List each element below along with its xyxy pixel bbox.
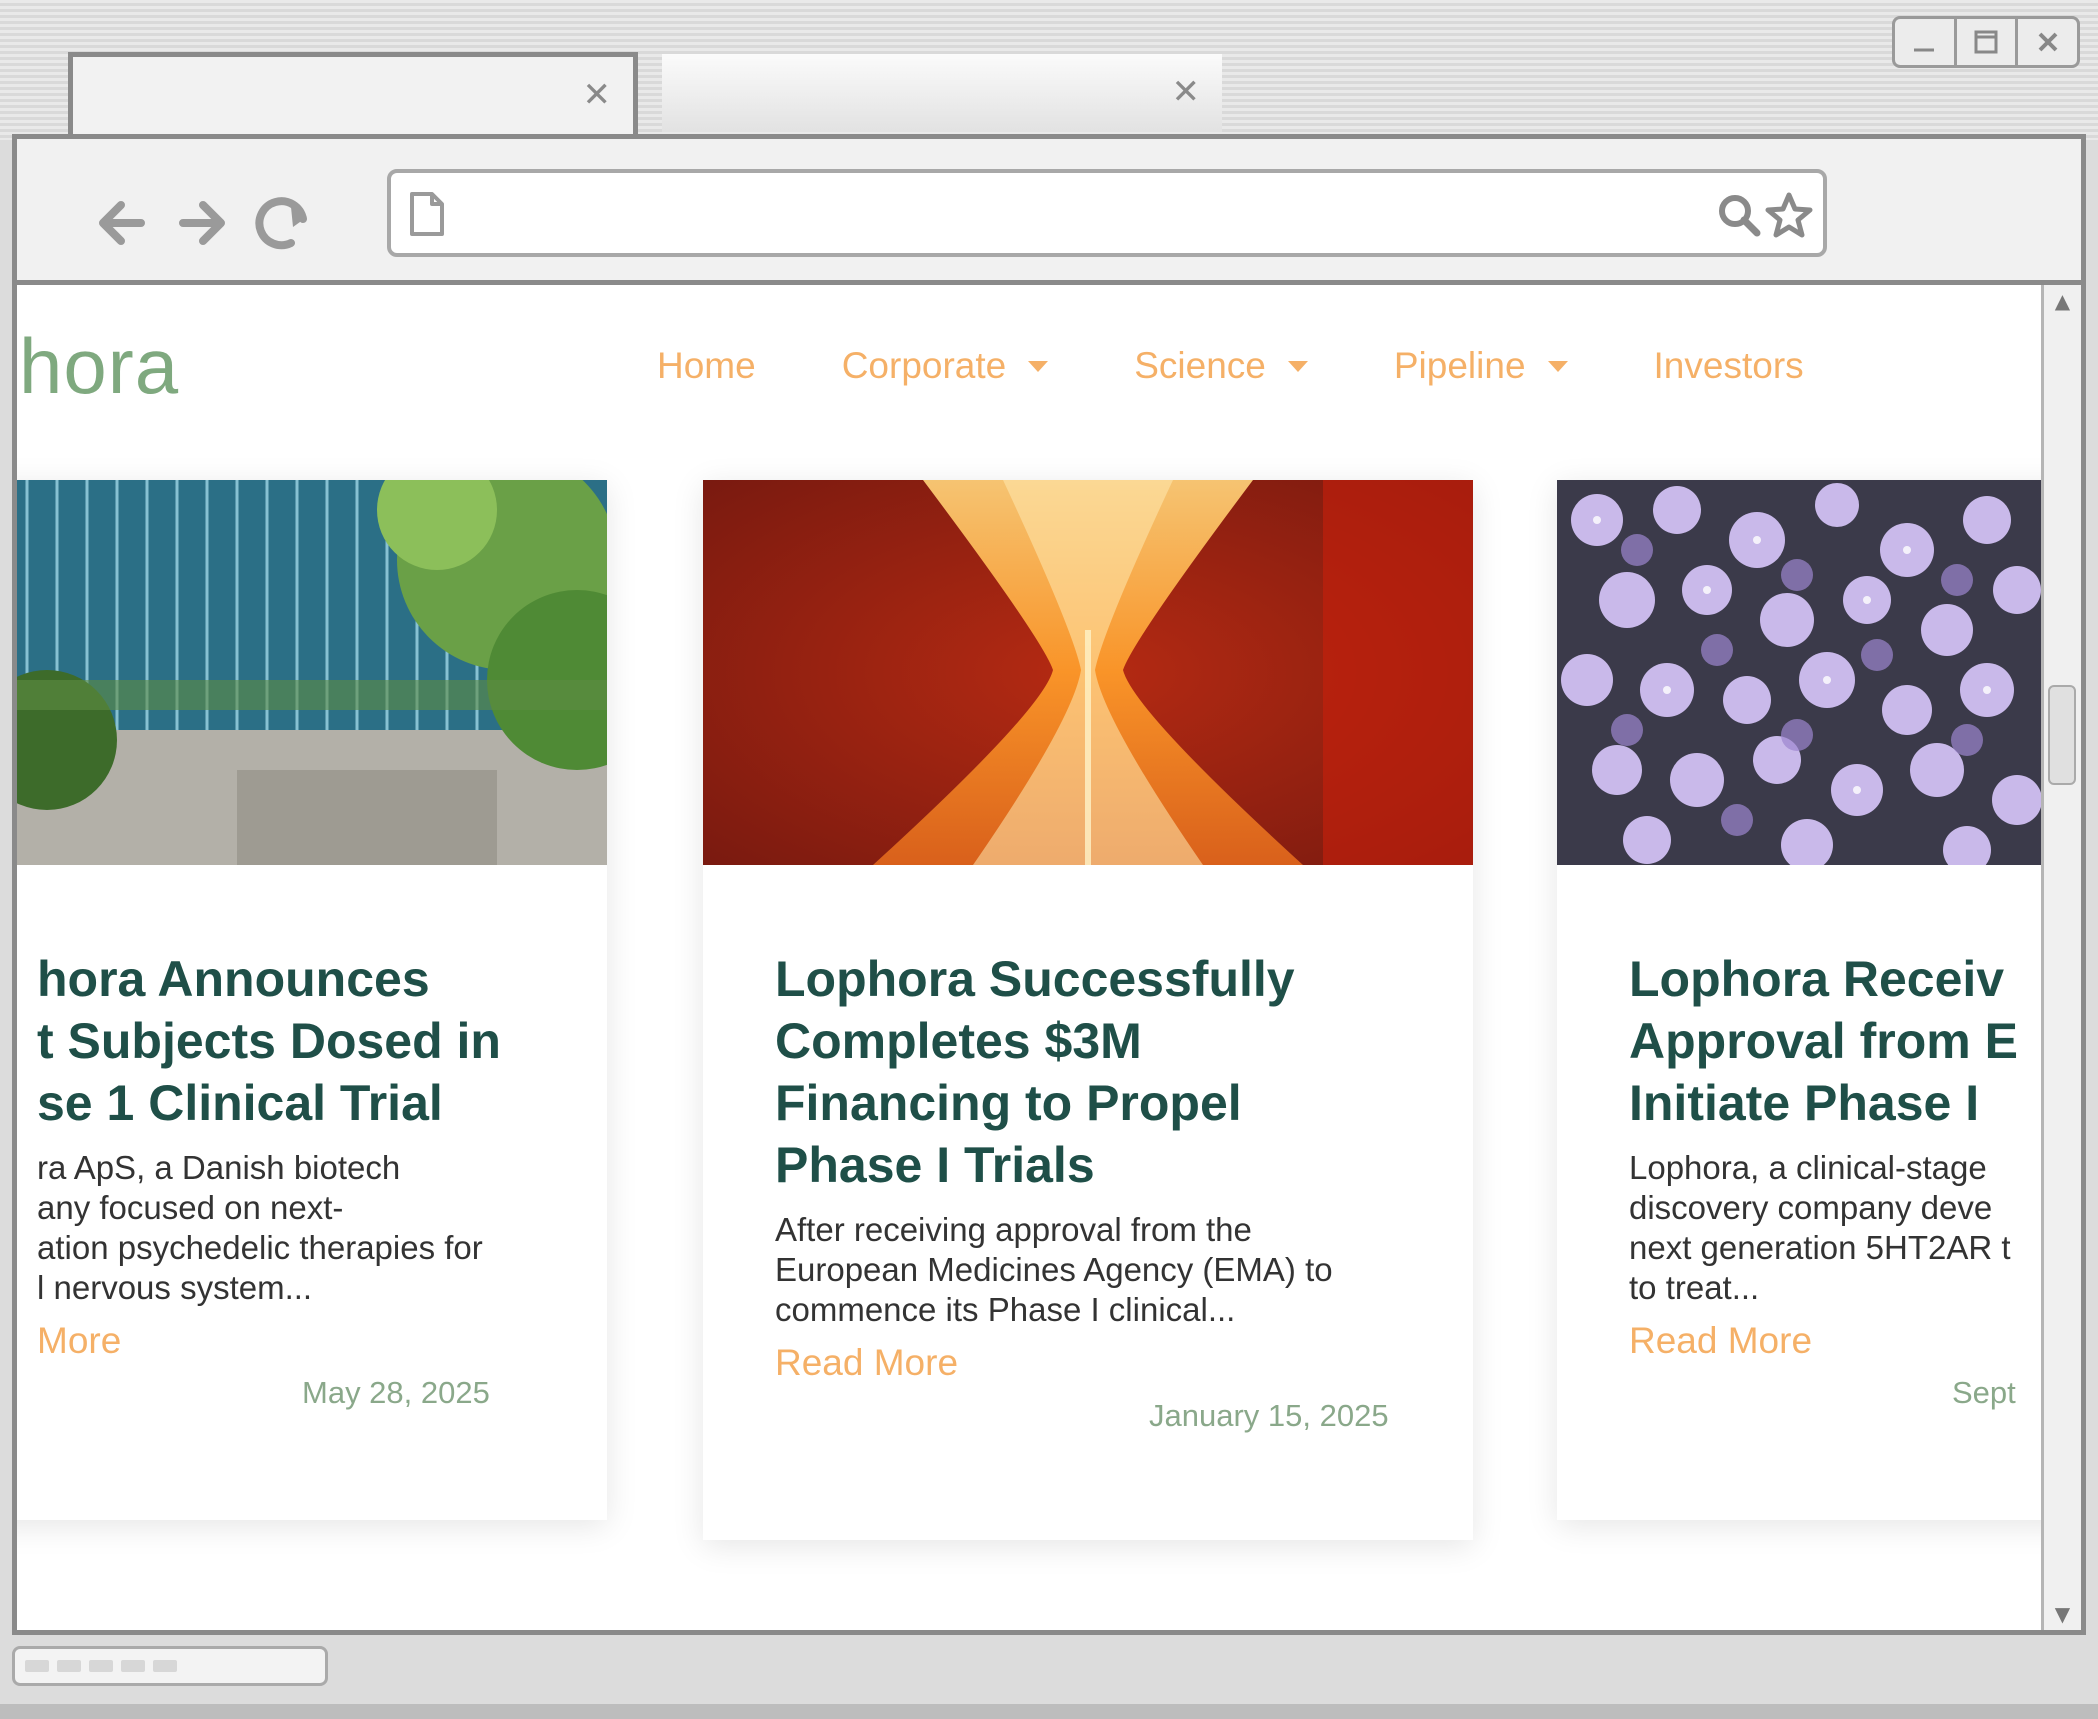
back-arrow-icon[interactable] xyxy=(91,191,155,255)
card-excerpt: After receiving approval from the Europe… xyxy=(775,1211,1333,1328)
hourglass-image xyxy=(703,480,1473,865)
window-controls xyxy=(1892,16,2080,68)
reload-icon[interactable] xyxy=(251,191,315,255)
card-image-flowers[interactable] xyxy=(1557,480,2046,865)
nav-item-label: Pipeline xyxy=(1393,345,1526,386)
vertical-scrollbar[interactable]: ▲ ▼ xyxy=(2041,285,2081,1630)
scroll-up-arrow-icon[interactable]: ▲ xyxy=(2044,289,2081,313)
card-date: January 15, 2025 xyxy=(1149,1398,1389,1433)
news-card: Lophora Successfully Completes $3M Finan… xyxy=(703,480,1473,1540)
status-indicator xyxy=(121,1660,145,1672)
chevron-down-icon xyxy=(1028,360,1049,372)
status-indicator xyxy=(89,1660,113,1672)
search-icon[interactable] xyxy=(1717,193,1761,237)
nav-item-corporate[interactable]: Corporate xyxy=(842,345,1049,387)
card-image-building[interactable] xyxy=(17,480,607,865)
main-navigation: Home Corporate Science Pipeline Investor… xyxy=(657,345,1890,387)
close-icon xyxy=(2038,32,2058,52)
card-title[interactable]: Lophora Receiv Approval from E Initiate … xyxy=(1629,948,2018,1134)
minimize-icon xyxy=(1914,48,1935,52)
nav-item-science[interactable]: Science xyxy=(1134,345,1308,387)
status-indicator xyxy=(153,1660,177,1672)
nav-item-label: Investors xyxy=(1653,345,1804,386)
scroll-down-arrow-icon[interactable]: ▼ xyxy=(2044,1602,2081,1626)
building-image xyxy=(17,480,607,865)
card-title[interactable]: hora Announces t Subjects Dosed in se 1 … xyxy=(37,948,501,1134)
minimize-button[interactable] xyxy=(1895,19,1957,65)
chevron-down-icon xyxy=(1287,360,1308,372)
browser-toolbar xyxy=(12,134,2086,282)
card-date: May 28, 2025 xyxy=(302,1375,490,1410)
window-bottom-edge xyxy=(0,1704,2098,1719)
browser-viewport: hora Home Corporate Science Pipeline Inv… xyxy=(12,280,2086,1635)
card-title[interactable]: Lophora Successfully Completes $3M Finan… xyxy=(775,948,1295,1196)
nav-item-home[interactable]: Home xyxy=(657,345,756,387)
card-image-hourglass[interactable] xyxy=(703,480,1473,865)
card-excerpt: Lophora, a clinical-stage discovery comp… xyxy=(1629,1149,2011,1306)
page-icon xyxy=(410,192,444,236)
read-more-link[interactable]: Read More xyxy=(775,1342,958,1384)
site-logo[interactable]: hora xyxy=(19,321,179,412)
close-window-button[interactable] xyxy=(2018,19,2077,65)
read-more-link[interactable]: Read More xyxy=(1629,1320,1812,1362)
flowers-image xyxy=(1557,480,2046,865)
card-date: Sept xyxy=(1952,1375,2016,1410)
window-titlebar: ✕ ✕ xyxy=(0,0,2098,140)
bookmark-star-icon[interactable] xyxy=(1765,191,1813,239)
nav-item-label: Corporate xyxy=(841,345,1007,386)
nav-item-label: Home xyxy=(657,345,756,386)
web-page: hora Home Corporate Science Pipeline Inv… xyxy=(17,285,2046,1630)
tab-close-icon[interactable]: ✕ xyxy=(1172,72,1201,112)
news-card: Lophora Receiv Approval from E Initiate … xyxy=(1557,480,2046,1520)
read-more-link[interactable]: More xyxy=(37,1320,121,1362)
nav-item-label: Science xyxy=(1134,345,1266,386)
status-indicator xyxy=(25,1660,49,1672)
nav-item-investors[interactable]: Investors xyxy=(1654,345,1804,387)
scrollbar-thumb[interactable] xyxy=(2048,685,2076,785)
maximize-icon xyxy=(1974,30,1998,54)
tab-close-icon[interactable]: ✕ xyxy=(583,75,612,115)
status-bar xyxy=(12,1646,328,1686)
nav-item-pipeline[interactable]: Pipeline xyxy=(1394,345,1568,387)
maximize-button[interactable] xyxy=(1957,19,2019,65)
news-card: hora Announces t Subjects Dosed in se 1 … xyxy=(17,480,607,1520)
forward-arrow-icon[interactable] xyxy=(169,191,233,255)
browser-tab-active[interactable]: ✕ xyxy=(68,52,638,140)
address-bar[interactable] xyxy=(387,169,1827,257)
chevron-down-icon xyxy=(1547,360,1568,372)
card-excerpt: ra ApS, a Danish biotech any focused on … xyxy=(37,1149,483,1306)
status-indicator xyxy=(57,1660,81,1672)
browser-tab-inactive[interactable]: ✕ xyxy=(662,54,1222,132)
